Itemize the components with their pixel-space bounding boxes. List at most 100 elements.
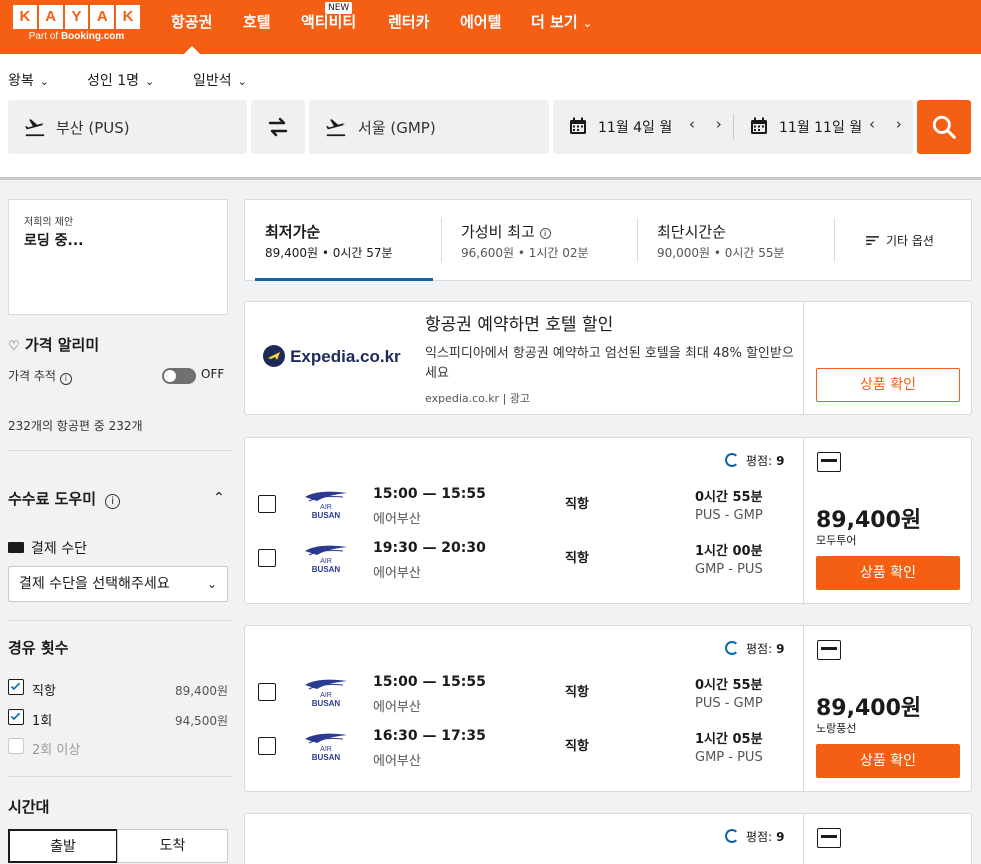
sort-tab-name: 최단시간순 (657, 223, 727, 241)
rating-ring-icon (725, 641, 739, 655)
flight-route: PUS - GMP (695, 508, 763, 523)
view-deal-button[interactable]: 상품 확인 (816, 744, 960, 778)
nav-hotels[interactable]: 호텔 (243, 0, 271, 54)
credit-card-icon[interactable] (817, 828, 841, 848)
provider-name: 노랑풍선 (816, 722, 857, 735)
stops-two-plus-checkbox[interactable] (8, 738, 24, 754)
rating-ring-icon (725, 829, 739, 843)
payment-method-select[interactable]: 결제 수단을 선택해주세요 ⌄ (8, 566, 228, 602)
nav-more[interactable]: 더 보기 ⌄ (531, 0, 592, 54)
ad-description: 익스피디아에서 항공권 예약하고 엄선된 호텔을 최대 48% 할인받으세요 (425, 346, 794, 381)
stops-label: 직항 (565, 739, 589, 754)
depart-date-arrows[interactable]: ‹ › (689, 115, 730, 133)
travelers-label: 성인 1명 (87, 73, 139, 89)
sort-tab-best[interactable]: 가성비 최고 i 96,600원 • 1시간 02분 (441, 200, 637, 280)
result-count: 232개의 항공편 중 232개 (8, 419, 143, 433)
stops-one-checkbox[interactable] (8, 709, 24, 725)
sort-lines-icon (866, 236, 879, 245)
info-icon[interactable]: i (59, 373, 72, 385)
info-icon[interactable]: i (539, 228, 551, 239)
payment-method-value: 결제 수단을 선택해주세요 (19, 576, 170, 592)
swap-button[interactable] (251, 100, 305, 154)
sort-tabs: 최저가순 89,400원 • 0시간 57분 가성비 최고 i 96,600원 … (244, 199, 972, 281)
credit-card-icon[interactable] (817, 640, 841, 660)
sort-tab-name-text: 가성비 최고 (461, 223, 535, 241)
carrier-name: 에어부산 (373, 754, 421, 769)
origin-field[interactable]: 부산 (PUS) (8, 100, 247, 154)
expedia-ad: Expedia.co.kr 항공권 예약하면 호텔 할인 익스피디아에서 항공권… (244, 301, 972, 415)
time-tab-departure[interactable]: 출발 (8, 829, 118, 863)
logo-letter: K (116, 5, 140, 29)
sidebar-divider (8, 450, 232, 451)
nav-flights[interactable]: 항공권 (171, 0, 212, 54)
flight-duration: 0시간 55분 (695, 490, 763, 505)
new-badge: NEW (325, 2, 353, 14)
stops-label: 직항 (565, 685, 589, 700)
expedia-logo: Expedia.co.kr (263, 345, 401, 367)
sort-tab-sub: 89,400원 • 0시간 57분 (265, 246, 393, 260)
price-track-label: 가격 추적 (8, 369, 56, 383)
leg-checkbox[interactable] (258, 737, 276, 755)
flight-result[interactable]: 평점: 9 AIR BUSAN 15:00 — 15:55 에어부산 직항 0시간 … (244, 437, 972, 604)
airline-logo-line1: AIR (320, 558, 332, 565)
sort-tab-cheapest[interactable]: 최저가순 89,400원 • 0시간 57분 (245, 200, 441, 281)
sort-tab-fastest[interactable]: 최단시간순 90,000원 • 0시간 55분 (637, 200, 833, 280)
payment-method-row: 결제 수단 (8, 538, 87, 558)
rating-ring-icon (725, 453, 739, 467)
ad-view-deal-button[interactable]: 상품 확인 (816, 368, 960, 402)
cabin-select[interactable]: 일반석 ⌄ (193, 70, 247, 90)
chevron-down-icon: ⌄ (206, 577, 217, 591)
leg-checkbox[interactable] (258, 549, 276, 567)
nav-car-rental[interactable]: 렌터카 (388, 0, 429, 54)
depart-date: 11월 4일 월 (598, 120, 673, 136)
plane-takeoff-icon (25, 119, 45, 137)
rating: 평점: 9 (725, 640, 784, 657)
flight-duration: 0시간 55분 (695, 678, 763, 693)
flight-result[interactable]: 평점: 9 AIR BUSAN 15:00 — 15:55 에어부산 직항 0시간 … (244, 625, 972, 792)
logo-letter: K (13, 5, 37, 29)
leg-checkbox[interactable] (258, 683, 276, 701)
our-offer-card: 저희의 제안 로딩 중... (8, 199, 228, 315)
search-button[interactable] (917, 100, 971, 154)
chevron-down-icon: ⌄ (39, 75, 49, 88)
leg-checkbox[interactable] (258, 495, 276, 513)
return-date-arrows[interactable]: ‹ › (869, 115, 910, 133)
fee-helper-header[interactable]: 수수료 도우미 i (8, 488, 121, 509)
travelers-select[interactable]: 성인 1명 ⌄ (87, 70, 154, 90)
price-track-toggle[interactable] (162, 368, 196, 384)
destination-value: 서울 (GMP) (358, 119, 436, 137)
air-busan-logo: AIRBUSAN (305, 491, 347, 520)
price-alert-title: ♡ 가격 알리미 (8, 334, 99, 355)
kayak-logo[interactable]: K A Y A K Part of Booking.com (13, 5, 140, 45)
nav-air-hotel[interactable]: 에어텔 (460, 0, 501, 54)
chevron-up-icon[interactable]: ⌃ (213, 490, 225, 506)
sort-tab-sub: 96,600원 • 1시간 02분 (461, 246, 589, 260)
stops-one-label: 1회 (32, 714, 53, 729)
flight-route: GMP - PUS (695, 562, 763, 577)
credit-card-icon (8, 542, 24, 553)
card-divider (803, 814, 804, 864)
nav-activities[interactable]: 액티비티 NEW (301, 0, 356, 54)
sidebar-divider (8, 776, 232, 777)
flight-result[interactable]: 평점: 9 (244, 813, 972, 864)
card-divider (803, 438, 804, 603)
date-field[interactable]: 11월 4일 월 ‹ › 11월 11일 월 ‹ › (553, 100, 913, 154)
time-tab-arrival[interactable]: 도착 (117, 829, 228, 863)
chevron-down-icon: ⌄ (145, 75, 155, 88)
credit-card-icon[interactable] (817, 452, 841, 472)
rating-value: 9 (776, 642, 785, 656)
ad-title[interactable]: 항공권 예약하면 호텔 할인 (425, 310, 613, 335)
destination-field[interactable]: 서울 (GMP) (309, 100, 549, 154)
more-options-button[interactable]: 기타 옵션 (865, 232, 934, 249)
flight-leg: AIR BUSAN 19:30 — 20:30 에어부산 직항 1시간 00분 G… (245, 535, 803, 585)
stops-nonstop-checkbox[interactable] (8, 679, 24, 695)
top-nav: K A Y A K Part of Booking.com 항공권 호텔 액티비… (0, 0, 981, 54)
sort-tab-name: 최저가순 (265, 223, 321, 241)
rating-label: 평점: (746, 454, 773, 468)
info-icon[interactable]: i (105, 494, 121, 509)
view-deal-button[interactable]: 상품 확인 (816, 556, 960, 590)
airline-logo-line2: BUSAN (312, 753, 341, 762)
trip-type-select[interactable]: 왕복 ⌄ (8, 70, 49, 90)
flight-route: PUS - GMP (695, 696, 763, 711)
check-icon (10, 682, 21, 691)
